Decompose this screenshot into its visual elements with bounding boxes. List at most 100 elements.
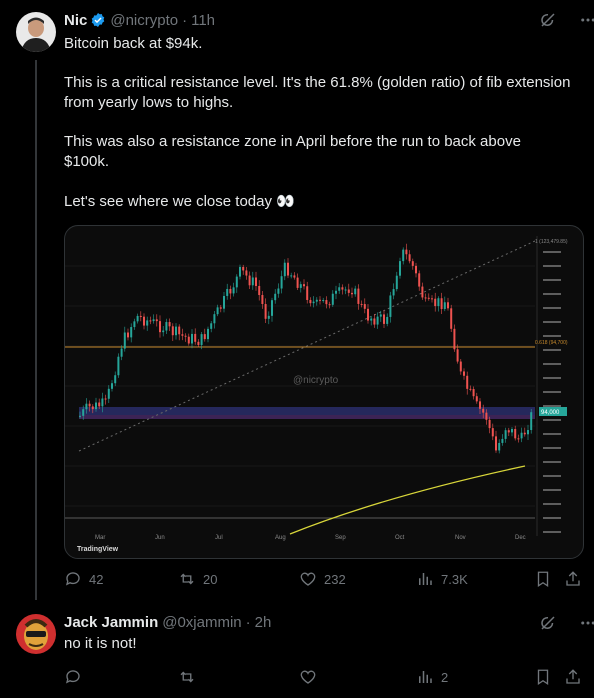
candle-body: [123, 332, 126, 349]
candle-body: [447, 302, 449, 309]
candle-body: [363, 304, 366, 309]
candle-body: [82, 409, 85, 416]
price-tick-mark: [543, 391, 561, 393]
chart-watermark: @nicrypto: [293, 375, 339, 386]
candle-body: [351, 292, 353, 295]
month-label: Oct: [395, 535, 405, 541]
post-line-4: Let's see where we close today 👀: [64, 193, 295, 210]
grok-icon[interactable]: [539, 11, 557, 29]
candle-body: [251, 277, 254, 286]
candle-body: [274, 293, 277, 301]
author-name[interactable]: Nic: [64, 12, 87, 29]
candle-body: [133, 321, 136, 328]
candle-body: [207, 328, 209, 340]
candle-body: [107, 388, 110, 399]
candle-body: [127, 332, 129, 338]
share-button[interactable]: [564, 570, 582, 588]
reply-time[interactable]: 2h: [255, 614, 272, 631]
price-tick-mark: [543, 363, 561, 365]
reply-button[interactable]: 42: [64, 570, 103, 588]
price-tick-mark: [543, 377, 561, 379]
like-button[interactable]: 232: [299, 570, 346, 588]
candle-body: [325, 300, 328, 305]
share-icon: [566, 669, 580, 684]
reply-views-button[interactable]: 2: [416, 668, 448, 686]
repost-icon: [180, 671, 194, 683]
candle-body: [79, 415, 81, 417]
candle-body: [264, 304, 267, 319]
candle-body: [280, 276, 283, 289]
candle-body: [152, 319, 155, 322]
reply-actions: 2: [64, 668, 584, 690]
candle-body: [168, 322, 171, 327]
price-tick-mark: [543, 447, 561, 449]
candle-body: [261, 295, 264, 305]
candle-body: [459, 361, 462, 372]
candle-body: [360, 303, 363, 305]
candle-body: [507, 430, 510, 433]
candle-body: [491, 428, 494, 437]
author-avatar[interactable]: [16, 12, 56, 52]
views-icon: [419, 671, 432, 683]
author-handle[interactable]: @nicrypto: [110, 12, 178, 29]
candle-body: [322, 300, 325, 302]
price-tick-mark: [543, 475, 561, 477]
reply-grok-icon[interactable]: [539, 614, 557, 632]
candle-body: [299, 284, 302, 288]
reply-text: no it is not!: [64, 635, 137, 652]
candle-body: [165, 322, 168, 331]
candle-body: [389, 295, 392, 317]
candle-body: [498, 442, 501, 451]
candle-body: [136, 315, 139, 322]
candle-body: [495, 436, 497, 451]
reply-share-button[interactable]: [564, 668, 582, 686]
candle-body: [229, 288, 232, 294]
candle-body: [181, 334, 184, 336]
reply-icon: [65, 670, 80, 684]
repost-button[interactable]: 20: [178, 570, 217, 588]
reply-repost-button[interactable]: [178, 668, 196, 686]
reply-reply-button[interactable]: [64, 668, 82, 686]
month-label: Aug: [275, 535, 286, 541]
bookmark-button[interactable]: [534, 570, 552, 588]
candle-body: [370, 318, 373, 321]
candle-body: [184, 335, 187, 337]
candle-body: [405, 249, 408, 255]
candle-body: [319, 299, 321, 301]
candle-body: [171, 326, 174, 336]
candle-body: [312, 301, 315, 304]
reply-author-name[interactable]: Jack Jammin: [64, 614, 158, 631]
resistance-zone-lower: [79, 415, 535, 419]
candle-body: [187, 336, 190, 344]
candle-body: [219, 307, 222, 309]
tradingview-logo: TradingView: [77, 546, 119, 553]
candle-body: [357, 288, 360, 304]
reply-avatar[interactable]: [16, 614, 56, 654]
candle-body: [415, 265, 417, 274]
views-button[interactable]: 7.3K: [416, 570, 468, 588]
candle-body: [85, 403, 88, 410]
reply-icon: [65, 572, 80, 586]
candle-body: [104, 398, 107, 400]
post-time[interactable]: 11h: [191, 12, 215, 29]
candle-body: [331, 293, 334, 305]
candle-body: [514, 428, 517, 439]
candle-body: [194, 333, 197, 342]
candle-body: [453, 328, 456, 350]
chart-grid: [65, 265, 535, 507]
price-tick-mark: [543, 517, 561, 519]
reply-bookmark-button[interactable]: [534, 668, 552, 686]
views-icon: [419, 573, 432, 585]
month-label: Dec: [515, 535, 526, 541]
chart-image[interactable]: @nicrypto 1 (123,479.85) 0.618 (94,700) …: [64, 225, 584, 559]
reply-author-handle[interactable]: @0xjammin: [162, 614, 241, 631]
reply-more-options-icon[interactable]: [579, 614, 594, 632]
candle-body: [248, 275, 251, 286]
reply-like-button[interactable]: [299, 668, 317, 686]
fib-label-top: 1 (123,479.85): [535, 239, 568, 245]
more-options-icon[interactable]: [579, 11, 594, 29]
month-label: Jun: [155, 535, 165, 541]
month-label: Sep: [335, 535, 346, 541]
candle-body: [328, 304, 331, 306]
thread-line: [35, 60, 37, 600]
